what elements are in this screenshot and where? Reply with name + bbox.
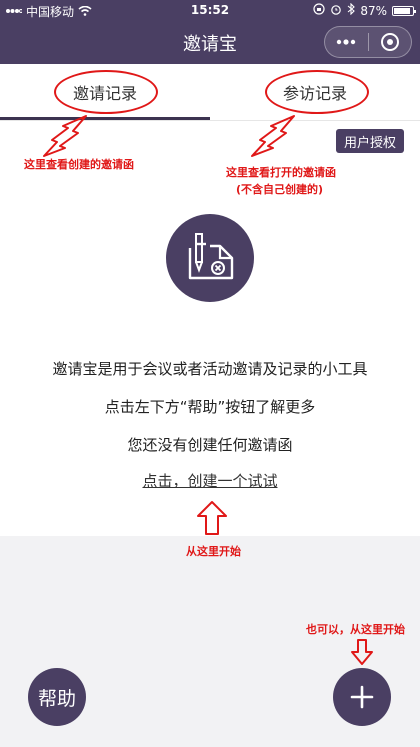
annotation-oval (265, 70, 369, 114)
more-dots-icon[interactable] (325, 27, 368, 57)
target-circle-icon (380, 33, 399, 51)
annotation-oval (54, 70, 158, 114)
battery-percent: 87% (360, 3, 387, 18)
main-content: 邀请记录 参访记录 用户授权 这里查看创建的邀请函 这里查看打开的邀请函 (不含… (0, 64, 420, 536)
lightning-arrow-icon (251, 115, 295, 157)
annotation-opened: 这里查看打开的邀请函 (226, 166, 336, 179)
help-button-label: 帮助 (37, 687, 76, 710)
intro-text: 邀请宝是用于会议或者活动邀请及记录的小工具 (52, 360, 368, 378)
annotation-also-start: 也可以，从这里开始 (306, 623, 405, 636)
empty-message: 您还没有创建任何邀请函 (127, 436, 293, 454)
create-invite-link[interactable]: 点击，创建一个试试 (142, 472, 277, 490)
help-hint-text: 点击左下方“帮助”按钮了解更多 (104, 398, 316, 416)
plus-icon (350, 685, 374, 709)
mini-program-capsule (324, 26, 412, 58)
add-invite-button[interactable] (333, 668, 391, 726)
down-arrow-icon (351, 639, 373, 665)
bluetooth-icon (347, 2, 356, 18)
lock-rotation-icon (313, 3, 325, 18)
help-button[interactable]: 帮助 (28, 668, 86, 726)
invitation-edit-icon (188, 233, 234, 280)
create-invite-link-wrap: 点击，创建一个试试 (0, 470, 420, 491)
user-auth-button[interactable]: 用户授权 (335, 129, 404, 153)
annotation-start-here: 从这里开始 (186, 545, 241, 558)
nav-bar: 邀请宝 (0, 20, 420, 64)
annotation-created: 这里查看创建的邀请函 (24, 158, 134, 171)
invitation-emblem (166, 214, 254, 302)
alarm-icon (330, 3, 342, 18)
status-bar: 中国移动 15:52 87% (0, 0, 420, 20)
lightning-arrow-icon (43, 115, 87, 157)
close-button[interactable] (369, 27, 412, 57)
annotation-opened-note: (不含自己创建的) (236, 183, 324, 196)
up-arrow-icon (197, 501, 227, 535)
battery-icon (392, 5, 416, 16)
